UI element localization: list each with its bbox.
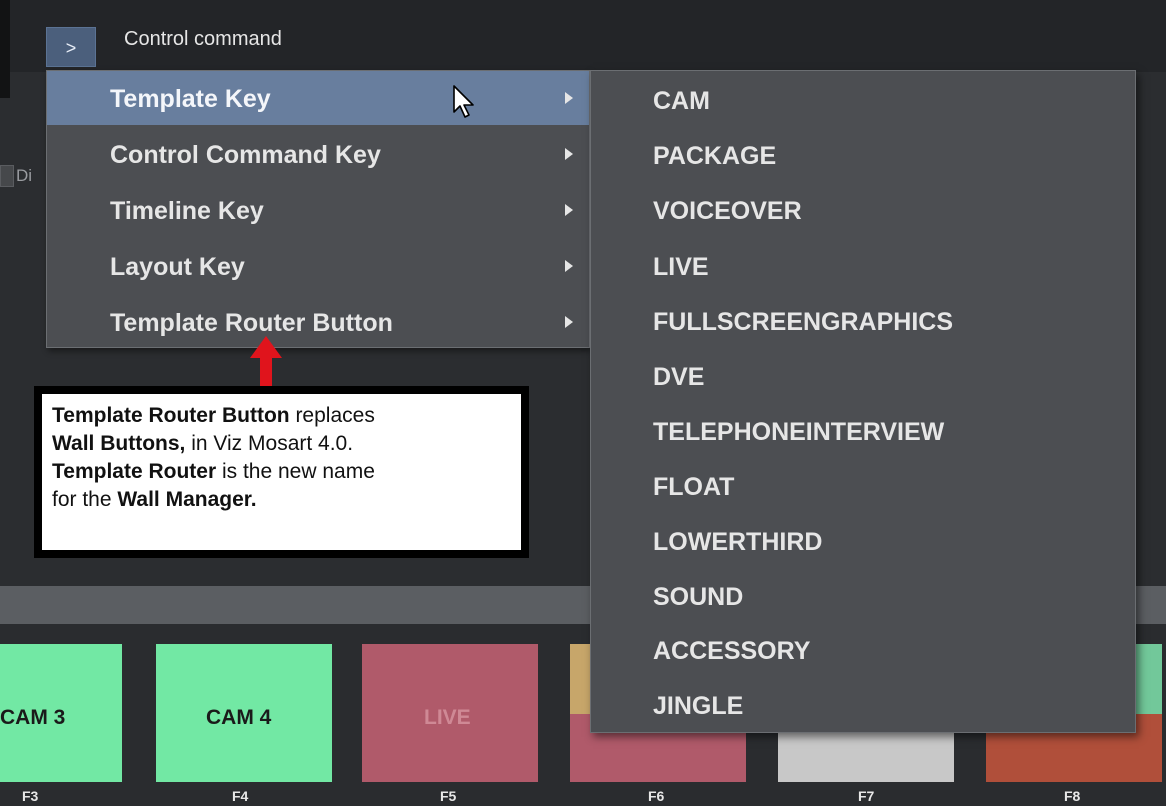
- context-menu: Template Key Control Command Key Timelin…: [46, 70, 590, 348]
- menu-item-template-key[interactable]: Template Key: [47, 71, 589, 125]
- menu-item-label: Timeline Key: [110, 197, 264, 225]
- submenu-item-live[interactable]: LIVE: [653, 253, 709, 289]
- menu-item-label: Template Router Button: [110, 309, 393, 337]
- note-bold: Wall Buttons,: [52, 432, 186, 455]
- submenu-item-lowerthird[interactable]: LOWERTHIRD: [653, 528, 822, 564]
- submenu-arrow-icon: [565, 204, 573, 216]
- annotation-text: Template Router Button replaces Wall But…: [42, 394, 521, 550]
- background-checkbox[interactable]: [0, 165, 14, 187]
- fkey-label: F8: [1064, 788, 1081, 804]
- submenu-item-accessory[interactable]: ACCESSORY: [653, 637, 810, 673]
- tile-live[interactable]: LIVE: [362, 644, 538, 782]
- background-checkbox-label: Di: [16, 166, 33, 185]
- menu-item-timeline-key[interactable]: Timeline Key: [47, 183, 589, 237]
- left-panel-edge: [0, 0, 10, 98]
- submenu-item-telephoneinterview[interactable]: TELEPHONEINTERVIEW: [653, 418, 944, 454]
- submenu-item-cam[interactable]: CAM: [653, 87, 710, 123]
- submenu-item-dve[interactable]: DVE: [653, 363, 704, 399]
- mouse-cursor-icon: [453, 85, 474, 118]
- control-command-title: Control command: [124, 28, 282, 50]
- submenu-item-package[interactable]: PACKAGE: [653, 142, 776, 178]
- note-bold: Wall Manager.: [117, 488, 257, 511]
- fkey-label: F4: [232, 788, 249, 804]
- submenu-item-float[interactable]: FLOAT: [653, 473, 734, 509]
- submenu-item-voiceover[interactable]: VOICEOVER: [653, 197, 802, 233]
- tile-cam-3[interactable]: CAM 3: [0, 644, 122, 782]
- template-key-submenu: CAM PACKAGE VOICEOVER LIVE FULLSCREENGRA…: [590, 70, 1136, 733]
- note-bold: Template Router: [52, 460, 217, 483]
- fkey-label: F5: [440, 788, 457, 804]
- tile-cam-4[interactable]: CAM 4: [156, 644, 332, 782]
- fkey-label: F7: [858, 788, 875, 804]
- expand-button[interactable]: >: [46, 27, 96, 67]
- tile-label: CAM 3: [0, 706, 66, 729]
- note-text: for the: [52, 488, 118, 511]
- submenu-arrow-icon: [565, 92, 573, 104]
- tile-label: CAM 4: [206, 706, 272, 729]
- note-bold: Template Router Button: [52, 404, 290, 427]
- menu-item-label: Layout Key: [110, 253, 245, 281]
- menu-item-control-command-key[interactable]: Control Command Key: [47, 127, 589, 181]
- menu-item-label: Template Key: [110, 85, 271, 113]
- menu-item-layout-key[interactable]: Layout Key: [47, 239, 589, 293]
- submenu-item-jingle[interactable]: JINGLE: [653, 692, 743, 728]
- submenu-arrow-icon: [565, 148, 573, 160]
- submenu-item-sound[interactable]: SOUND: [653, 583, 743, 619]
- menu-item-label: Control Command Key: [110, 141, 381, 169]
- fkey-label: F3: [22, 788, 39, 804]
- annotation-callout: Template Router Button replaces Wall But…: [34, 386, 529, 558]
- menu-item-template-router-button[interactable]: Template Router Button: [47, 295, 589, 349]
- fkey-label: F6: [648, 788, 665, 804]
- submenu-item-fullscreengraphics[interactable]: FULLSCREENGRAPHICS: [653, 308, 953, 344]
- submenu-arrow-icon: [565, 260, 573, 272]
- note-text: is the new name: [216, 460, 375, 483]
- submenu-arrow-icon: [565, 316, 573, 328]
- tile-label: LIVE: [424, 706, 471, 729]
- note-text: replaces: [289, 404, 375, 427]
- note-text: in Viz Mosart 4.0.: [185, 432, 354, 455]
